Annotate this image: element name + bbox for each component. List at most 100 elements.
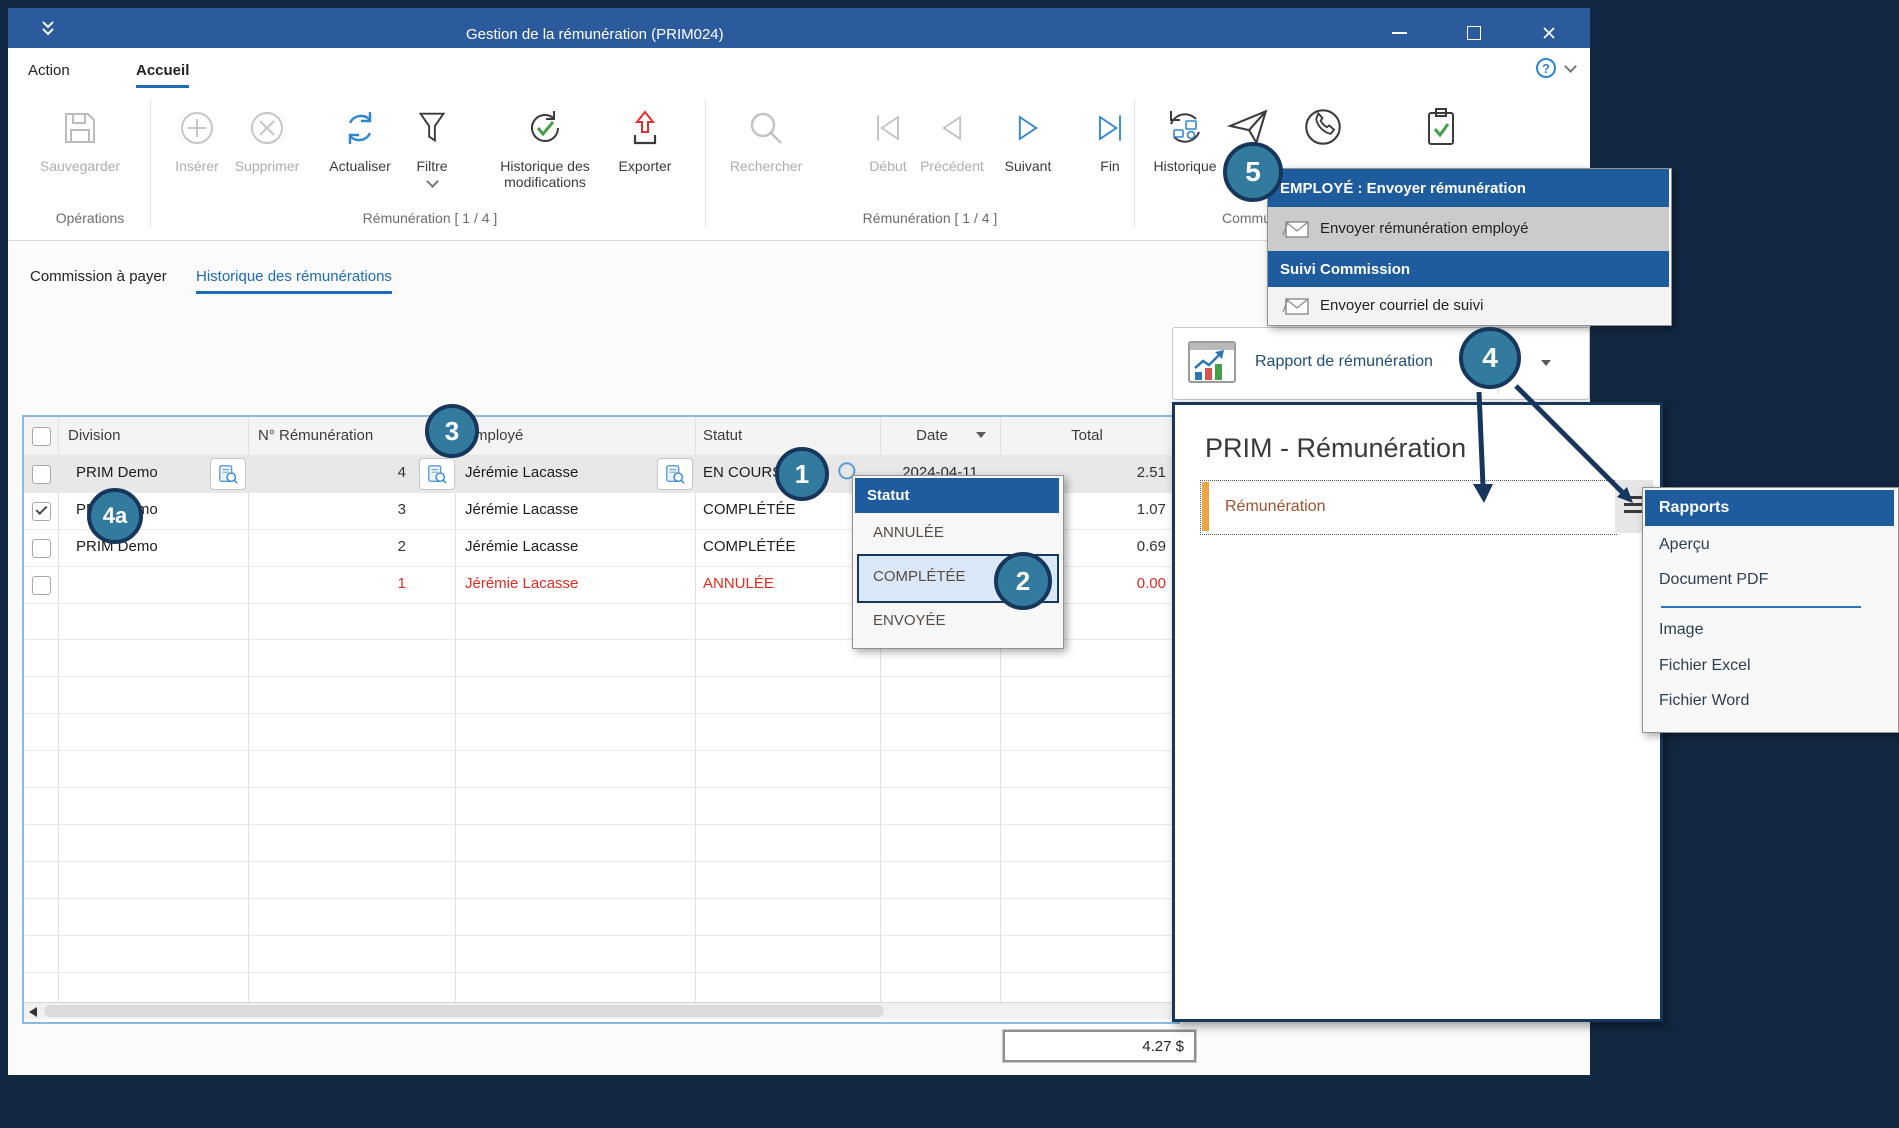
send-menu-header-suivi: Suivi Commission [1268,251,1669,287]
callout-badge-4a: 4a [87,488,143,544]
rapports-menu-header: Rapports [1645,490,1894,526]
empty-rows-area [24,603,1174,1002]
horizontal-scrollbar[interactable] [24,1002,1174,1019]
minimize-button[interactable] [1384,22,1414,44]
envelope-icon [1280,217,1312,241]
maximize-button[interactable] [1459,22,1489,44]
application-screenshot: Gestion de la rémunération (PRIM024) Act… [0,0,1899,1128]
send-menu-popup: EMPLOYÉ : Envoyer rémunération Envoyer r… [1267,168,1672,326]
clipboard-check-icon [1415,96,1467,150]
task-clipboard-button[interactable] [1415,96,1467,150]
report-panel-title: PRIM - Rémunération [1205,433,1466,464]
save-button[interactable]: Sauvegarder [30,96,130,174]
menu-accueil[interactable]: Accueil [136,62,189,88]
cell-numero: 3 [248,501,406,518]
save-icon [30,96,130,150]
group-separator [705,100,706,226]
statut-option-envoyee[interactable]: ENVOYÉE [873,612,946,629]
send-courriel-suivi-item[interactable]: Envoyer courriel de suivi [1268,287,1669,325]
dropdown-arrow-icon[interactable] [1541,360,1551,366]
cell-employe: Jérémie Lacasse [465,464,578,481]
cell-statut: COMPLÉTÉE [703,501,796,518]
modification-history-button[interactable]: Historique des modifications [483,96,607,190]
menu-divider [1661,606,1861,608]
chart-icon [1183,334,1241,392]
cell-employe: Jérémie Lacasse [465,575,578,592]
rapports-item-fichier-word[interactable]: Fichier Word [1659,692,1749,710]
export-button[interactable]: Exporter [607,96,683,174]
send-remuneration-employe-item[interactable]: Envoyer rémunération employé [1268,207,1669,251]
lookup-document-icon [664,463,686,485]
statut-option-annulee[interactable]: ANNULÉE [873,524,944,541]
callout-badge-4: 4 [1459,327,1521,389]
cell-numero: 1 [248,575,406,592]
previous-record-button[interactable]: Précédent [910,96,994,174]
last-record-button[interactable]: Fin [1085,96,1135,174]
delete-button[interactable]: Supprimer [226,96,308,174]
column-header-numero[interactable]: N° Rémunération [258,427,373,444]
select-all-checkbox[interactable] [32,427,51,446]
tab-commission-a-payer[interactable]: Commission à payer [30,268,167,285]
group-separator [1134,100,1135,226]
cell-statut: COMPLÉTÉE [703,538,796,555]
first-record-button[interactable]: Début [858,96,918,174]
export-up-arrow-icon [607,96,683,150]
tab-historique-remunerations[interactable]: Historique des rémunérations [196,268,392,294]
menu-action[interactable]: Action [28,62,70,79]
lookup-document-icon [217,463,239,485]
cell-numero: 4 [248,464,406,481]
orange-accent-bar [1202,482,1209,531]
callout-badge-2: 2 [994,552,1052,610]
division-lookup-button[interactable] [210,458,246,490]
communication-history-icon [1137,96,1233,150]
report-button[interactable]: Rapport de rémunération [1172,327,1590,400]
rapports-menu: Rapports Aperçu Document PDF Image Fichi… [1642,487,1899,733]
rapports-item-apercu[interactable]: Aperçu [1659,536,1710,554]
refresh-button[interactable]: Actualiser [318,96,402,174]
phone-button[interactable] [1297,96,1349,150]
rapports-item-fichier-excel[interactable]: Fichier Excel [1659,657,1751,675]
insert-button[interactable]: Insérer [163,96,231,174]
scrollbar-thumb[interactable] [44,1005,884,1017]
lookup-document-icon [426,463,448,485]
numero-lookup-button[interactable] [419,458,455,490]
send-menu-header-employe: EMPLOYÉ : Envoyer rémunération [1268,169,1669,207]
history-check-icon [483,96,607,150]
grid-header-row: Division N° Rémunération Employé Statut … [24,417,1174,456]
communication-history-button[interactable]: Historique [1137,96,1233,174]
row-checkbox-checked[interactable] [32,502,51,521]
help-icon[interactable]: ? [1536,58,1556,78]
skip-end-icon [1085,96,1135,150]
column-header-total[interactable]: Total [1000,427,1174,444]
x-circle-icon [226,96,308,150]
previous-icon [910,96,994,150]
close-button[interactable] [1534,22,1564,44]
skip-start-icon [858,96,918,150]
filter-button[interactable]: Filtre [402,96,462,186]
cell-statut: ANNULÉE [703,575,774,592]
report-button-label: Rapport de rémunération [1255,353,1433,371]
chevron-down-icon [426,175,439,188]
group-label-remuneration-1: Rémunération [ 1 / 4 ] [350,210,510,226]
row-checkbox[interactable] [32,539,51,558]
rapports-item-document-pdf[interactable]: Document PDF [1659,571,1768,589]
next-record-button[interactable]: Suivant [994,96,1062,174]
row-checkbox[interactable] [32,465,51,484]
refresh-icon [318,96,402,150]
column-header-statut[interactable]: Statut [703,427,742,444]
cell-division: PRIM Demo [76,464,158,481]
envelope-icon [1280,294,1312,318]
employe-lookup-button[interactable] [657,458,693,490]
scroll-left-arrow-icon[interactable] [29,1007,37,1017]
report-list-item-remuneration[interactable]: Rémunération [1200,480,1617,535]
sort-descending-icon [976,432,986,438]
plus-circle-icon [163,96,231,150]
row-checkbox[interactable] [32,576,51,595]
grid-footer-total: 4.27 $ [1003,1030,1196,1062]
cell-numero: 2 [248,538,406,555]
statut-popup-header: Statut [855,478,1059,513]
column-header-division[interactable]: Division [68,427,121,444]
column-header-date[interactable]: Date [880,427,984,444]
rapports-item-image[interactable]: Image [1659,621,1703,639]
search-button[interactable]: Rechercher [716,96,816,174]
